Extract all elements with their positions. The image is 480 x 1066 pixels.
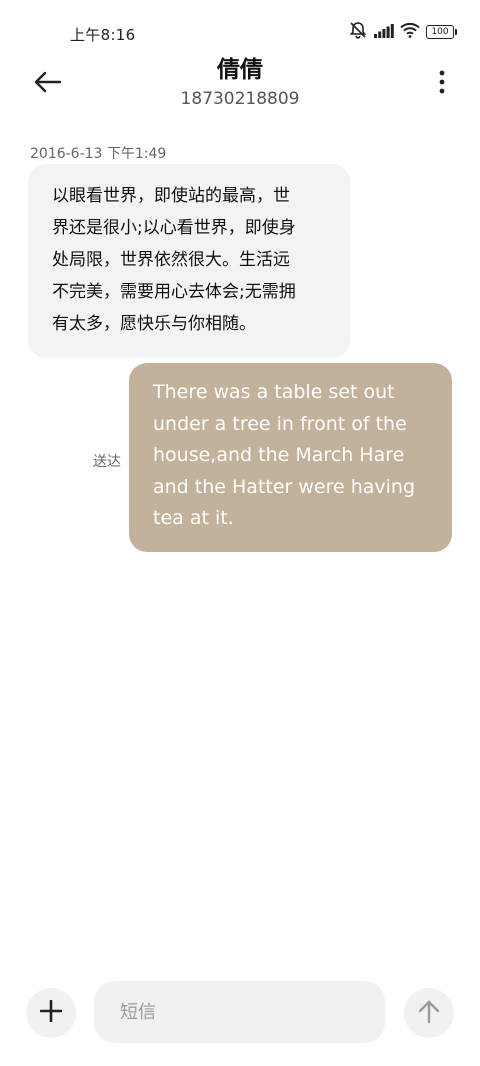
message-input[interactable] (94, 981, 385, 1043)
mute-icon (348, 21, 368, 43)
wifi-icon (400, 22, 420, 42)
outgoing-message-bubble[interactable]: There was a table set out under a tree i… (129, 363, 452, 552)
status-icons: 100 (348, 21, 457, 43)
more-options-button[interactable] (430, 64, 454, 104)
status-time: 上午8:16 (70, 26, 136, 44)
add-attachment-button[interactable] (26, 988, 76, 1038)
contact-phone-number: 18730218809 (180, 89, 300, 109)
plus-icon (39, 999, 63, 1026)
incoming-message-bubble[interactable]: 以眼看世界，即使站的最高，世 界还是很小;以心看世界，即使身 处局限，世界依然很… (28, 164, 350, 358)
battery-icon: 100 (426, 25, 457, 39)
conversation-header: 倩倩 18730218809 (0, 56, 480, 116)
outgoing-message-row: 送达 There was a table set out under a tre… (0, 363, 480, 553)
messaging-screen: 上午8:16 100 倩倩 18730218809 2016-6-13 下午1:… (0, 0, 480, 1066)
more-vertical-icon (439, 70, 445, 98)
status-bar: 上午8:16 100 (0, 0, 480, 56)
arrow-up-icon (418, 999, 440, 1027)
signal-icon (374, 23, 394, 42)
delivery-status: 送达 (93, 454, 121, 470)
contact-name: 倩倩 (217, 57, 263, 83)
send-button[interactable] (404, 988, 454, 1038)
message-composer (0, 976, 480, 1052)
message-timestamp: 2016-6-13 下午1:49 (30, 146, 167, 162)
